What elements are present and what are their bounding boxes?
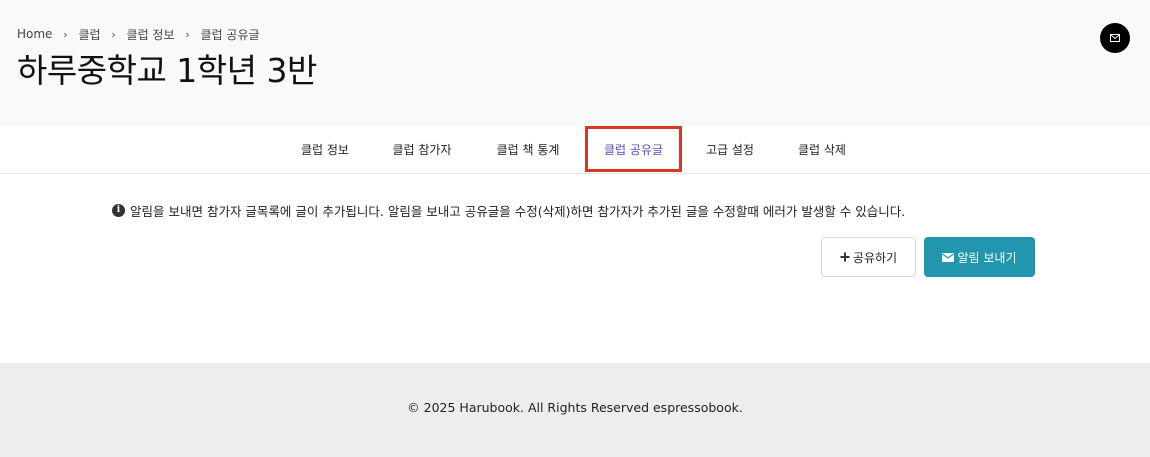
notice-text: 알림을 보내면 참가자 글목록에 글이 추가됩니다. 알림을 보내고 공유글을 … bbox=[130, 203, 906, 219]
plus-icon bbox=[840, 252, 850, 262]
chevron-right-icon: › bbox=[185, 27, 190, 41]
tab-advanced-settings[interactable]: 고급 설정 bbox=[696, 126, 764, 172]
envelope-icon bbox=[1110, 34, 1120, 42]
send-notification-label: 알림 보내기 bbox=[957, 250, 1017, 265]
tab-club-shared-posts[interactable]: 클럽 공유글 bbox=[585, 126, 682, 172]
envelope-icon bbox=[942, 252, 955, 262]
page-header: Home › 클럽 › 클럽 정보 › 클럽 공유글 하루중학교 1학년 3반 bbox=[0, 0, 1150, 126]
tab-club-members[interactable]: 클럽 참가자 bbox=[382, 126, 462, 172]
breadcrumb: Home › 클럽 › 클럽 정보 › 클럽 공유글 bbox=[17, 26, 260, 42]
share-button-label: 공유하기 bbox=[852, 250, 898, 265]
breadcrumb-club-info[interactable]: 클럽 정보 bbox=[127, 26, 175, 43]
chevron-right-icon: › bbox=[111, 27, 116, 41]
tab-delete-club[interactable]: 클럽 삭제 bbox=[788, 126, 856, 172]
mail-button[interactable] bbox=[1100, 23, 1130, 53]
info-icon: i bbox=[112, 203, 125, 217]
page-footer: © 2025 Harubook. All Rights Reserved esp… bbox=[0, 363, 1150, 457]
breadcrumb-club[interactable]: 클럽 bbox=[78, 26, 100, 43]
tab-club-info[interactable]: 클럽 정보 bbox=[290, 126, 360, 172]
send-notification-button[interactable]: 알림 보내기 bbox=[924, 237, 1035, 277]
chevron-right-icon: › bbox=[63, 27, 68, 41]
share-button[interactable]: 공유하기 bbox=[821, 237, 916, 277]
notice-message: i 알림을 보내면 참가자 글목록에 글이 추가됩니다. 알림을 보내고 공유글… bbox=[112, 201, 905, 219]
copyright-text: © 2025 Harubook. All Rights Reserved esp… bbox=[407, 400, 743, 415]
page-title: 하루중학교 1학년 3반 bbox=[17, 51, 317, 90]
breadcrumb-current: 클럽 공유글 bbox=[200, 27, 260, 42]
breadcrumb-home[interactable]: Home bbox=[17, 27, 52, 41]
tab-club-book-stats[interactable]: 클럽 책 통계 bbox=[487, 126, 569, 172]
club-tabs: 클럽 정보 클럽 참가자 클럽 책 통계 클럽 공유글 고급 설정 클럽 삭제 bbox=[0, 126, 1150, 174]
